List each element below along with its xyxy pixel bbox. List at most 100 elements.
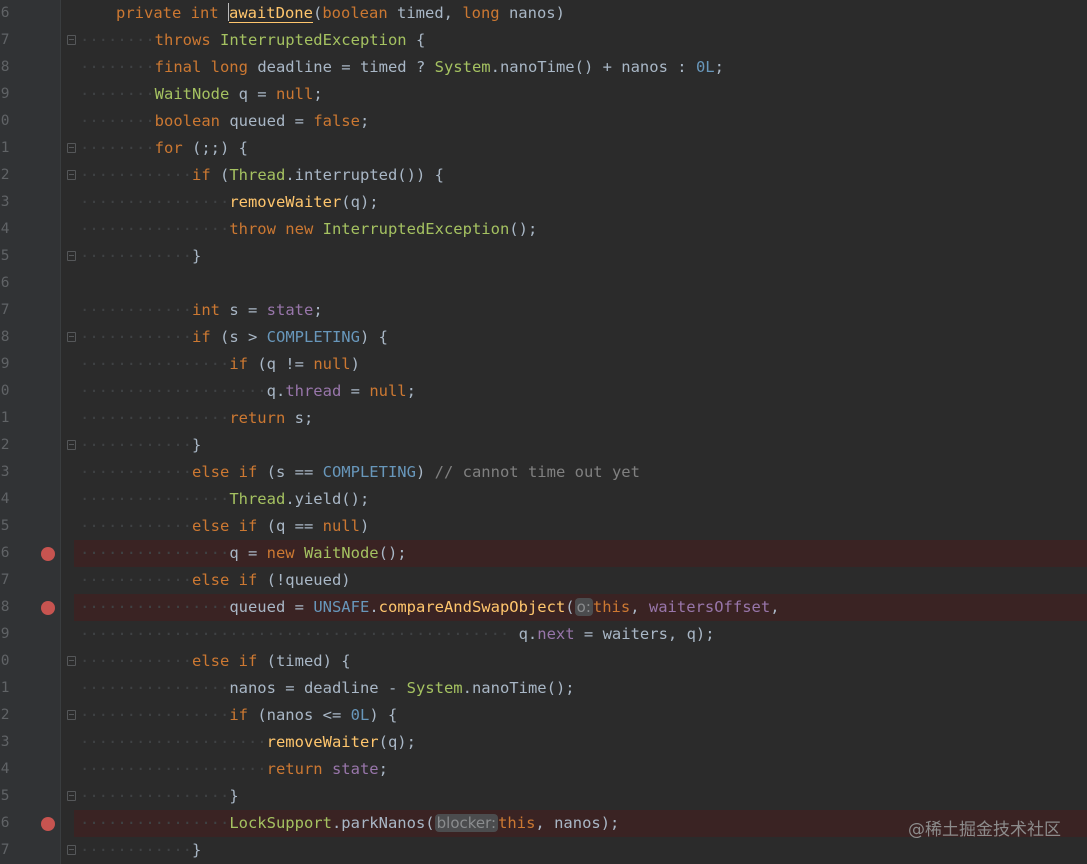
line-content[interactable]: ················if (nanos <= 0L) {: [74, 702, 1087, 729]
line-number[interactable]: 16: [0, 540, 18, 567]
code-line[interactable]: 96 private int awaitDone(boolean timed, l…: [0, 0, 1087, 27]
line-number[interactable]: 21: [0, 675, 18, 702]
breakpoint-icon[interactable]: [41, 817, 55, 831]
line-content[interactable]: ············else if (timed) {: [74, 648, 1087, 675]
line-number[interactable]: 02: [0, 162, 18, 189]
code-line[interactable]: 18 ················queued = UNSAFE.compar…: [0, 594, 1087, 621]
code-line[interactable]: 08 ············if (s > COMPLETING) {: [0, 324, 1087, 351]
code-line[interactable]: 14 ················Thread.yield();: [0, 486, 1087, 513]
code-token: null: [369, 382, 407, 400]
line-content[interactable]: [74, 270, 1087, 297]
code-line[interactable]: 97 ········throws InterruptedException {: [0, 27, 1087, 54]
code-line[interactable]: 04 ················throw new InterruptedE…: [0, 216, 1087, 243]
line-content[interactable]: ················removeWaiter(q);: [74, 189, 1087, 216]
line-number[interactable]: 12: [0, 432, 18, 459]
line-number[interactable]: 96: [0, 0, 18, 27]
line-number[interactable]: 25: [0, 783, 18, 810]
code-line[interactable]: 11 ················return s;: [0, 405, 1087, 432]
line-number[interactable]: 19: [0, 621, 18, 648]
line-number[interactable]: 04: [0, 216, 18, 243]
line-number[interactable]: 03: [0, 189, 18, 216]
line-number[interactable]: 98: [0, 54, 18, 81]
line-number[interactable]: 05: [0, 243, 18, 270]
code-line[interactable]: 07 ············int s = state;: [0, 297, 1087, 324]
line-content[interactable]: ················Thread.yield();: [74, 486, 1087, 513]
line-number[interactable]: 14: [0, 486, 18, 513]
line-number[interactable]: 06: [0, 270, 18, 297]
line-content[interactable]: ············}: [74, 432, 1087, 459]
line-content[interactable]: ················}: [74, 783, 1087, 810]
line-content[interactable]: ············else if (!queued): [74, 567, 1087, 594]
code-line[interactable]: 23 ····················removeWaiter(q);: [0, 729, 1087, 756]
line-number[interactable]: 11: [0, 405, 18, 432]
code-line[interactable]: 27 ············}: [0, 837, 1087, 864]
line-content[interactable]: ········WaitNode q = null;: [74, 81, 1087, 108]
code-line[interactable]: 00 ········boolean queued = false;: [0, 108, 1087, 135]
code-line[interactable]: 20 ············else if (timed) {: [0, 648, 1087, 675]
code-line[interactable]: 01 ········for (;;) {: [0, 135, 1087, 162]
line-number[interactable]: 15: [0, 513, 18, 540]
line-number[interactable]: 00: [0, 108, 18, 135]
code-line[interactable]: 21 ················nanos = deadline - Sys…: [0, 675, 1087, 702]
line-content[interactable]: ············else if (q == null): [74, 513, 1087, 540]
line-content[interactable]: ····················q.thread = null;: [74, 378, 1087, 405]
code-line[interactable]: 24 ····················return state;: [0, 756, 1087, 783]
code-line[interactable]: 17 ············else if (!queued): [0, 567, 1087, 594]
code-line[interactable]: 25 ················}: [0, 783, 1087, 810]
line-content[interactable]: ················q = new WaitNode();: [74, 540, 1087, 567]
line-number[interactable]: 07: [0, 297, 18, 324]
line-number[interactable]: 24: [0, 756, 18, 783]
line-number[interactable]: 13: [0, 459, 18, 486]
code-line[interactable]: 03 ················removeWaiter(q);: [0, 189, 1087, 216]
line-content[interactable]: ················return s;: [74, 405, 1087, 432]
code-line[interactable]: 16 ················q = new WaitNode();: [0, 540, 1087, 567]
line-content[interactable]: ····················removeWaiter(q);: [74, 729, 1087, 756]
line-number[interactable]: 09: [0, 351, 18, 378]
line-number[interactable]: 99: [0, 81, 18, 108]
breakpoint-icon[interactable]: [41, 547, 55, 561]
line-content[interactable]: ············if (s > COMPLETING) {: [74, 324, 1087, 351]
code-line[interactable]: 09 ················if (q != null): [0, 351, 1087, 378]
line-content[interactable]: ················if (q != null): [74, 351, 1087, 378]
line-content[interactable]: ····················return state;: [74, 756, 1087, 783]
line-content[interactable]: ········boolean queued = false;: [74, 108, 1087, 135]
code-line[interactable]: 12 ············}: [0, 432, 1087, 459]
line-content[interactable]: ········final long deadline = timed ? Sy…: [74, 54, 1087, 81]
line-content[interactable]: ············}: [74, 837, 1087, 864]
line-content[interactable]: ········throws InterruptedException {: [74, 27, 1087, 54]
line-content[interactable]: ················queued = UNSAFE.compareA…: [74, 594, 1087, 621]
code-line[interactable]: 22 ················if (nanos <= 0L) {: [0, 702, 1087, 729]
line-number[interactable]: 20: [0, 648, 18, 675]
line-content[interactable]: ················nanos = deadline - Syste…: [74, 675, 1087, 702]
code-line[interactable]: 13 ············else if (s == COMPLETING) …: [0, 459, 1087, 486]
line-content[interactable]: ············}: [74, 243, 1087, 270]
code-line[interactable]: 10 ····················q.thread = null;: [0, 378, 1087, 405]
line-number[interactable]: 26: [0, 810, 18, 837]
line-number[interactable]: 22: [0, 702, 18, 729]
line-content[interactable]: ········································…: [74, 621, 1087, 648]
line-number[interactable]: 17: [0, 567, 18, 594]
line-content[interactable]: ········for (;;) {: [74, 135, 1087, 162]
line-content[interactable]: ············else if (s == COMPLETING) //…: [74, 459, 1087, 486]
code-line[interactable]: 15 ············else if (q == null): [0, 513, 1087, 540]
line-number[interactable]: 10: [0, 378, 18, 405]
line-number[interactable]: 27: [0, 837, 18, 864]
line-number[interactable]: 18: [0, 594, 18, 621]
line-content[interactable]: private int awaitDone(boolean timed, lon…: [74, 0, 1087, 27]
code-editor[interactable]: 96 private int awaitDone(boolean timed, l…: [0, 0, 1087, 864]
line-content[interactable]: ················throw new InterruptedExc…: [74, 216, 1087, 243]
code-line[interactable]: 98 ········final long deadline = timed ? …: [0, 54, 1087, 81]
code-lines[interactable]: 96 private int awaitDone(boolean timed, l…: [0, 0, 1087, 864]
code-line[interactable]: 05 ············}: [0, 243, 1087, 270]
code-line[interactable]: 06: [0, 270, 1087, 297]
line-number[interactable]: 97: [0, 27, 18, 54]
line-content[interactable]: ············if (Thread.interrupted()) {: [74, 162, 1087, 189]
line-content[interactable]: ············int s = state;: [74, 297, 1087, 324]
breakpoint-icon[interactable]: [41, 601, 55, 615]
line-number[interactable]: 01: [0, 135, 18, 162]
code-line[interactable]: 99 ········WaitNode q = null;: [0, 81, 1087, 108]
code-line[interactable]: 19 ······································…: [0, 621, 1087, 648]
line-number[interactable]: 23: [0, 729, 18, 756]
line-number[interactable]: 08: [0, 324, 18, 351]
code-line[interactable]: 02 ············if (Thread.interrupted()) …: [0, 162, 1087, 189]
